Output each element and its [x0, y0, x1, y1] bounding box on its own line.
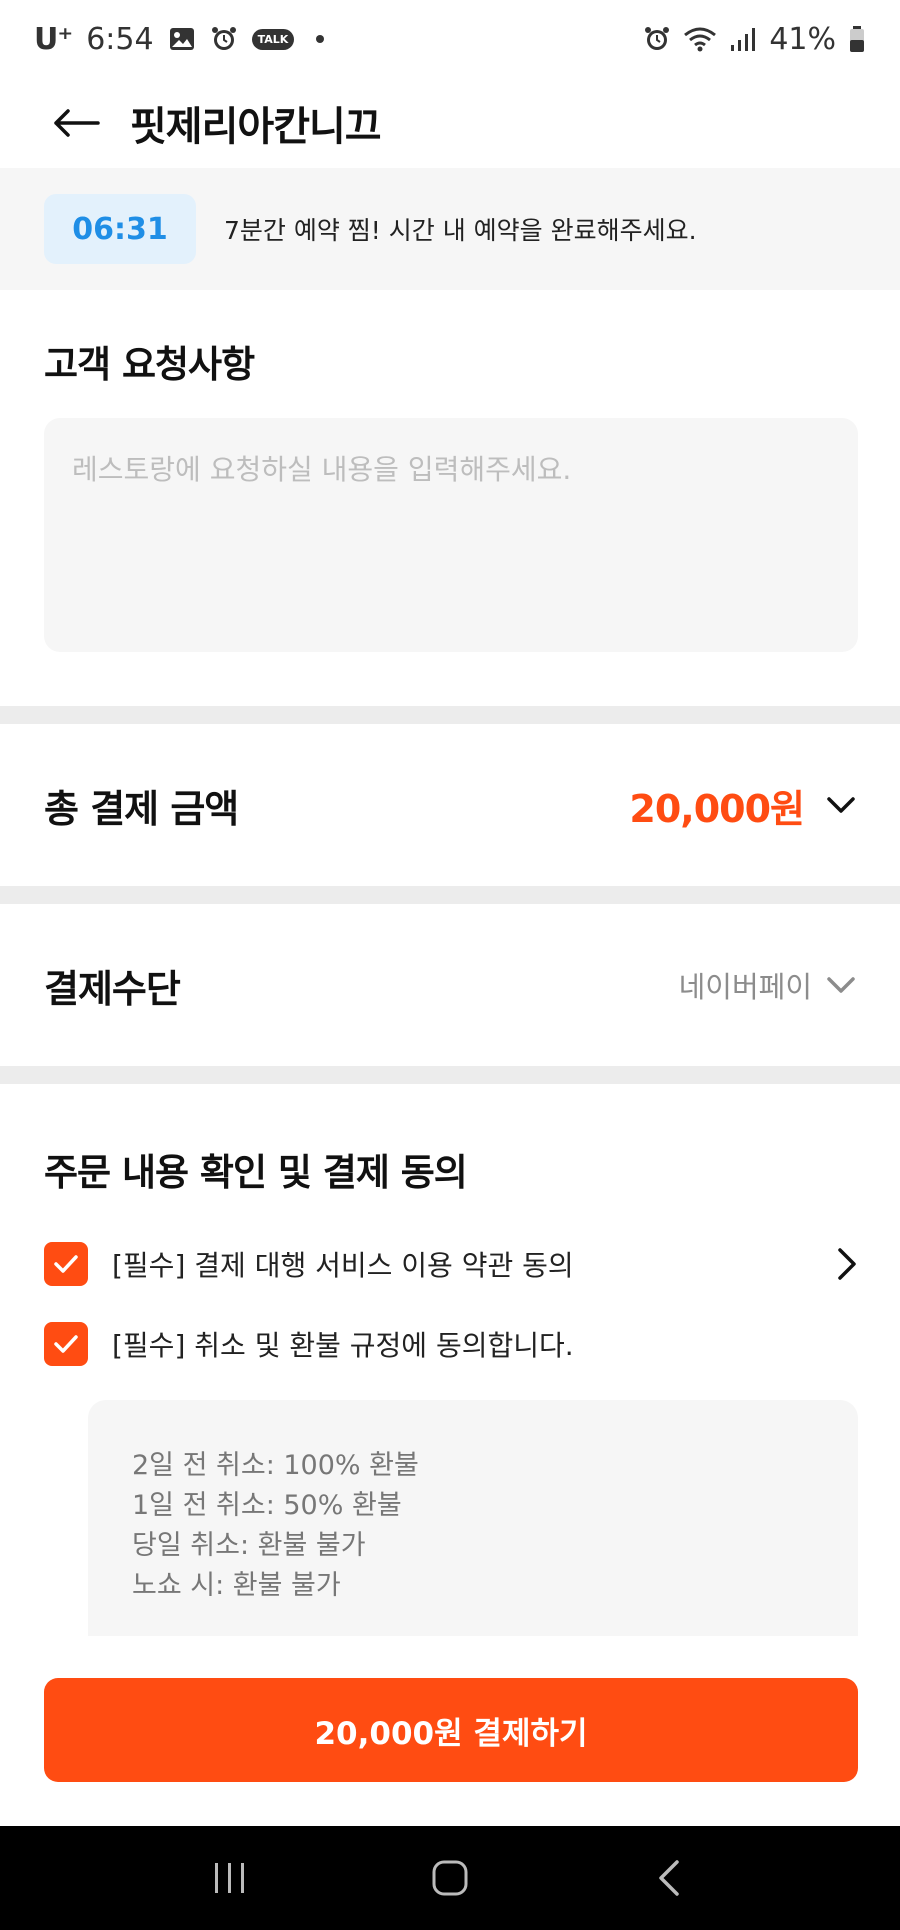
- home-icon[interactable]: [410, 1838, 490, 1918]
- agreement-item-label: [필수] 결제 대행 서비스 이용 약관 동의: [112, 1249, 574, 1282]
- battery-icon: [848, 25, 866, 53]
- refund-policy-line: 당일 취소: 환불 불가: [132, 1530, 366, 1561]
- signal-icon: [729, 25, 757, 53]
- customer-request-input[interactable]: [44, 418, 858, 652]
- agreement-item-refund-policy[interactable]: [필수] 취소 및 환불 규정에 동의합니다.: [44, 1320, 858, 1368]
- refund-policy-line: 1일 전 취소: 50% 환불: [132, 1490, 402, 1521]
- customer-request-title: 고객 요청사항: [44, 343, 255, 386]
- total-payment-label: 총 결제 금액: [44, 786, 239, 831]
- total-payment-amount: 20,000원: [629, 786, 805, 831]
- chevron-down-icon[interactable]: [826, 975, 856, 995]
- payment-method-value: 네이버페이: [678, 970, 812, 1004]
- status-left: U⁺ 6:54 TALK: [34, 21, 325, 57]
- payment-method-label: 결제수단: [44, 966, 181, 1011]
- agreement-item-label: [필수] 취소 및 환불 규정에 동의합니다.: [112, 1329, 574, 1362]
- payment-method-row[interactable]: 결제수단 네이버페이: [0, 904, 900, 1066]
- status-bar: U⁺ 6:54 TALK 41%: [0, 0, 900, 78]
- timer-message: 7분간 예약 찜! 시간 내 예약을 완료해주세요.: [224, 216, 697, 245]
- reservation-timer-banner: 06:31 7분간 예약 찜! 시간 내 예약을 완료해주세요.: [0, 168, 900, 290]
- chevron-right-icon[interactable]: [836, 1247, 858, 1281]
- battery-percent: 41%: [769, 21, 836, 57]
- notification-dot-icon: [316, 35, 325, 43]
- checkbox-checked[interactable]: [44, 1242, 88, 1286]
- agreement-item-payment-terms[interactable]: [필수] 결제 대행 서비스 이용 약관 동의: [44, 1240, 858, 1288]
- countdown-badge: 06:31: [44, 194, 196, 264]
- checkbox-checked[interactable]: [44, 1322, 88, 1366]
- back-icon[interactable]: [630, 1838, 710, 1918]
- kakaotalk-icon: TALK: [251, 28, 295, 50]
- status-right: 41%: [643, 22, 866, 57]
- system-nav-bar: [0, 1826, 900, 1930]
- section-divider: [0, 1066, 900, 1084]
- wifi-icon: [683, 25, 717, 53]
- total-payment-right: 20,000원: [629, 778, 856, 833]
- recent-apps-icon[interactable]: [190, 1838, 270, 1918]
- section-divider: [0, 706, 900, 724]
- pay-button[interactable]: 20,000원 결제하기: [44, 1678, 858, 1782]
- refund-policy-box: 2일 전 취소: 100% 환불 1일 전 취소: 50% 환불 당일 취소: …: [88, 1400, 858, 1636]
- chevron-down-icon[interactable]: [826, 795, 856, 815]
- agreement-title: 주문 내용 확인 및 결제 동의: [44, 1151, 468, 1194]
- gallery-icon: [168, 25, 196, 53]
- section-divider: [0, 886, 900, 904]
- back-arrow-icon[interactable]: [52, 103, 102, 143]
- app-header: 핏제리아칸니끄: [0, 78, 900, 168]
- payment-method-selector[interactable]: 네이버페이: [679, 964, 856, 1006]
- alarm-icon: [210, 25, 238, 53]
- page-title: 핏제리아칸니끄: [130, 104, 382, 150]
- status-time: 6:54: [86, 21, 154, 57]
- refund-policy-line: 노쇼 시: 환불 불가: [132, 1570, 341, 1601]
- total-payment-row[interactable]: 총 결제 금액 20,000원: [0, 724, 900, 886]
- alarm-icon: [643, 25, 671, 53]
- refund-policy-line: 2일 전 취소: 100% 환불: [132, 1450, 419, 1481]
- carrier-label: U⁺: [34, 21, 73, 57]
